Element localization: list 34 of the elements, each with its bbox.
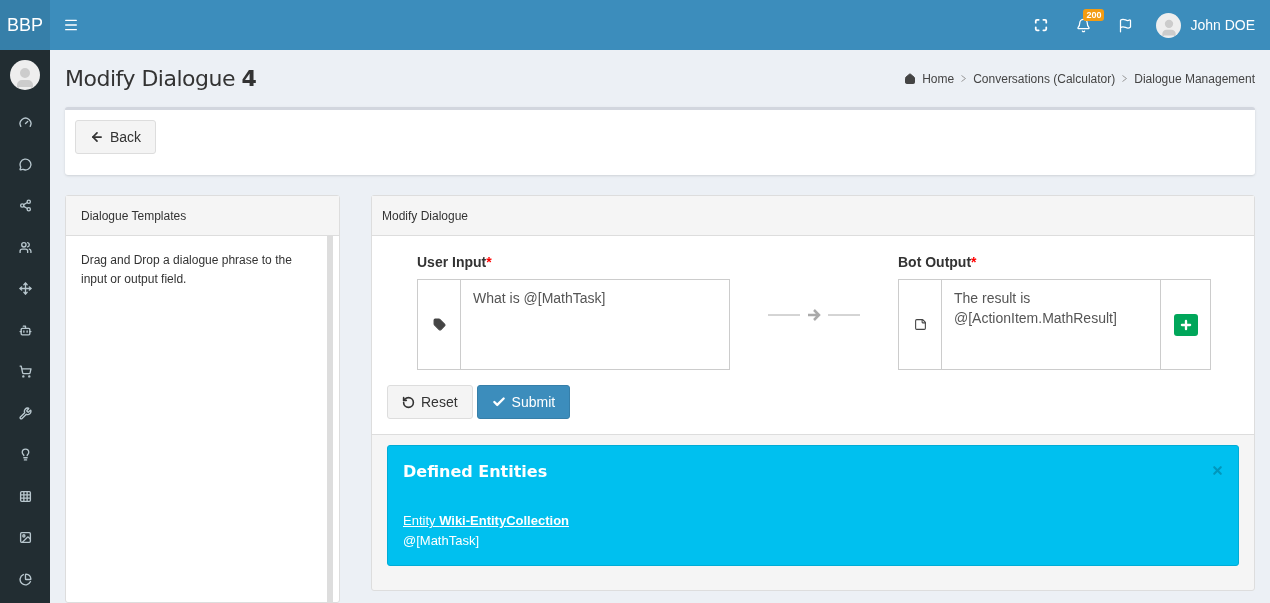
panel-header: Dialogue Templates [66, 196, 339, 236]
avatar-icon [10, 60, 40, 90]
field-label: User Input* [417, 254, 492, 270]
note-icon [913, 318, 927, 331]
field-value: What is @[MathTask] [473, 290, 606, 306]
page-title: Modify Dialogue 4 [65, 65, 257, 93]
panel-header: Modify Dialogue [372, 196, 1254, 236]
notification-badge: 200 [1083, 9, 1105, 21]
brand-logo[interactable]: BBP [0, 0, 50, 50]
submit-button[interactable]: Submit [476, 385, 571, 419]
arrow-connector-icon [768, 309, 860, 321]
user-menu[interactable]: John DOE [1146, 0, 1270, 50]
home-icon [904, 72, 917, 85]
breadcrumb-link[interactable]: Home [922, 69, 955, 88]
alert-title: Defined Entities [403, 461, 548, 483]
chevron-right-icon [961, 75, 967, 82]
plus-icon [1178, 317, 1193, 332]
panel-text: Drag and Drop a dialogue phrase to the input or output field. [66, 236, 333, 602]
reset-button[interactable]: Reset [387, 385, 473, 419]
bot-output-field[interactable]: The result is @[ActionItem.MathResult] [898, 279, 1211, 370]
breadcrumb-link[interactable]: Dialogue Management [1134, 69, 1255, 88]
breadcrumb-link[interactable]: Conversations (Calculator) [973, 69, 1116, 88]
bell-icon [1075, 17, 1091, 33]
undo-icon [402, 395, 415, 409]
back-button[interactable]: Back [75, 120, 157, 154]
avatar-icon [1156, 12, 1182, 38]
add-button[interactable] [1173, 313, 1198, 336]
user-input-field[interactable]: What is @[MathTask] [417, 279, 730, 370]
field-label: Bot Output* [898, 254, 977, 270]
chevron-right-icon [1122, 75, 1128, 82]
check-icon [491, 395, 506, 409]
entity-value: @[MathTask] [403, 531, 481, 550]
tag-icon [432, 318, 446, 331]
field-value: The result is @[ActionItem.MathResult] [954, 290, 1117, 326]
